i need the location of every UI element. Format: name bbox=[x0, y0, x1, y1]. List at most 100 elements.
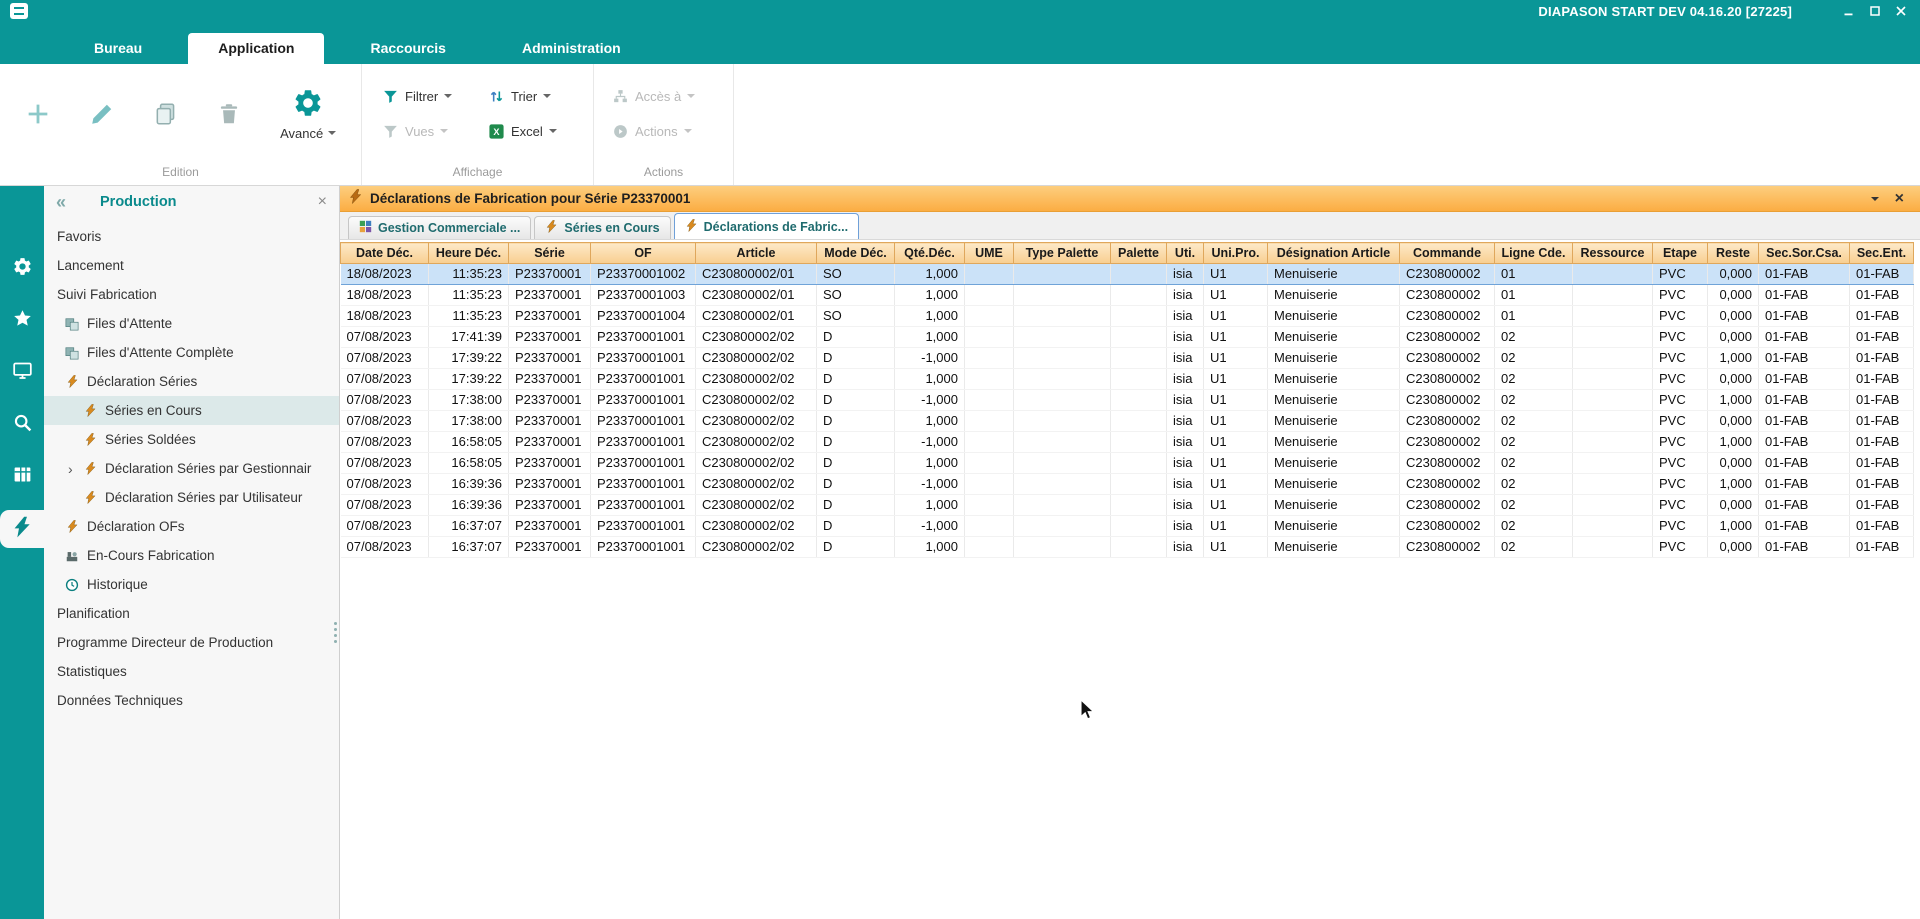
sidebar-item-declaration-series[interactable]: Déclaration Séries bbox=[44, 367, 339, 396]
document-tab-2[interactable]: Déclarations de Fabric... bbox=[674, 213, 860, 239]
sidebar-item-historique[interactable]: Historique bbox=[44, 570, 339, 599]
table-row[interactable]: 07/08/202317:39:22P23370001P23370001001C… bbox=[341, 369, 1914, 390]
add-button[interactable] bbox=[18, 91, 58, 137]
advanced-button[interactable]: Avancé bbox=[273, 87, 343, 141]
table-row[interactable]: 07/08/202316:39:36P23370001P23370001001C… bbox=[341, 495, 1914, 516]
sidebar-item-donnees-techniques[interactable]: Données Techniques bbox=[44, 686, 339, 715]
table-cell: 01-FAB bbox=[1850, 390, 1914, 411]
sidebar-item-declaration-ofs[interactable]: Déclaration OFs bbox=[44, 512, 339, 541]
table-row[interactable]: 07/08/202316:58:05P23370001P23370001001C… bbox=[341, 453, 1914, 474]
module-settings[interactable] bbox=[0, 250, 44, 288]
table-row[interactable]: 18/08/202311:35:23P23370001P23370001003C… bbox=[341, 285, 1914, 306]
column-header[interactable]: Article bbox=[696, 243, 817, 264]
table-row[interactable]: 07/08/202316:37:07P23370001P23370001001C… bbox=[341, 516, 1914, 537]
table-cell: 07/08/2023 bbox=[341, 348, 429, 369]
copy-button[interactable] bbox=[146, 91, 186, 137]
table-row[interactable]: 07/08/202317:39:22P23370001P23370001001C… bbox=[341, 348, 1914, 369]
table-row[interactable]: 07/08/202317:41:39P23370001P23370001001C… bbox=[341, 327, 1914, 348]
column-header[interactable]: Ressource bbox=[1573, 243, 1653, 264]
expand-chevron-icon[interactable]: › bbox=[68, 461, 82, 477]
table-cell: C230800002 bbox=[1400, 411, 1495, 432]
ribbon-group-actions: Accès à Actions Actions bbox=[594, 64, 734, 185]
sidebar-item-en-cours-fabrication[interactable]: En-Cours Fabrication bbox=[44, 541, 339, 570]
column-header[interactable]: Commande bbox=[1400, 243, 1495, 264]
table-cell: P23370001 bbox=[509, 369, 591, 390]
document-tab-0[interactable]: Gestion Commerciale ... bbox=[348, 216, 531, 239]
module-search[interactable] bbox=[0, 406, 44, 444]
close-panel-icon[interactable]: × bbox=[318, 193, 327, 211]
column-header[interactable]: Palette bbox=[1111, 243, 1167, 264]
bolt-icon bbox=[82, 462, 98, 475]
table-cell bbox=[1014, 537, 1111, 558]
column-header[interactable]: Uni.Pro. bbox=[1204, 243, 1268, 264]
document-tab-1[interactable]: Séries en Cours bbox=[534, 216, 670, 239]
minimize-button[interactable] bbox=[1836, 1, 1862, 21]
table-row[interactable]: 18/08/202311:35:23P23370001P23370001004C… bbox=[341, 306, 1914, 327]
table-cell: isia bbox=[1167, 411, 1204, 432]
column-header[interactable]: Heure Déc. bbox=[429, 243, 509, 264]
column-header[interactable]: Désignation Article bbox=[1268, 243, 1400, 264]
sidebar-item-files-attente-complete[interactable]: Files d'Attente Complète bbox=[44, 338, 339, 367]
column-header[interactable]: Uti. bbox=[1167, 243, 1204, 264]
module-data[interactable] bbox=[0, 458, 44, 496]
module-favorites[interactable] bbox=[0, 302, 44, 340]
sidebar-item-series-soldees[interactable]: Séries Soldées bbox=[44, 425, 339, 454]
menu-tab-raccourcis[interactable]: Raccourcis bbox=[340, 33, 475, 64]
close-button[interactable] bbox=[1888, 1, 1914, 21]
chevron-down-icon bbox=[328, 131, 336, 135]
table-row[interactable]: 07/08/202316:58:05P23370001P23370001001C… bbox=[341, 432, 1914, 453]
column-header[interactable]: Sec.Ent. bbox=[1850, 243, 1914, 264]
table-cell: P23370001001 bbox=[591, 327, 696, 348]
window-controls bbox=[1836, 1, 1914, 21]
column-header[interactable]: Reste bbox=[1708, 243, 1759, 264]
column-header[interactable]: UME bbox=[965, 243, 1014, 264]
actions-button[interactable]: Actions bbox=[606, 120, 722, 143]
column-header[interactable]: Ligne Cde. bbox=[1495, 243, 1573, 264]
table-row[interactable]: 07/08/202317:38:00P23370001P23370001001C… bbox=[341, 411, 1914, 432]
sidebar-item-planification[interactable]: Planification bbox=[44, 599, 339, 628]
table-row[interactable]: 07/08/202316:39:36P23370001P23370001001C… bbox=[341, 474, 1914, 495]
table-cell: 02 bbox=[1495, 537, 1573, 558]
column-header[interactable]: Date Déc. bbox=[341, 243, 429, 264]
menu-tab-application[interactable]: Application bbox=[188, 33, 324, 64]
filter-button[interactable]: Filtrer bbox=[376, 85, 482, 108]
menu-tab-bureau[interactable]: Bureau bbox=[64, 33, 172, 64]
sort-button[interactable]: Trier bbox=[482, 85, 588, 108]
panel-splitter-handle[interactable] bbox=[334, 622, 337, 643]
sidebar-item-statistiques[interactable]: Statistiques bbox=[44, 657, 339, 686]
column-header[interactable]: Série bbox=[509, 243, 591, 264]
window-title: DIAPASON START DEV 04.16.20 [27225] bbox=[1538, 4, 1792, 19]
module-desktop[interactable] bbox=[0, 354, 44, 392]
delete-button[interactable] bbox=[209, 91, 249, 137]
sidebar-item-programme-directeur[interactable]: Programme Directeur de Production bbox=[44, 628, 339, 657]
table-cell: 01-FAB bbox=[1759, 285, 1850, 306]
edit-button[interactable] bbox=[82, 91, 122, 137]
view-menu-chevron-icon[interactable] bbox=[1871, 197, 1879, 201]
column-header[interactable]: Etape bbox=[1653, 243, 1708, 264]
sidebar-item-files-attente[interactable]: Files d'Attente bbox=[44, 309, 339, 338]
sidebar-item-favoris[interactable]: Favoris bbox=[44, 222, 339, 251]
table-row[interactable]: 07/08/202316:37:07P23370001P23370001001C… bbox=[341, 537, 1914, 558]
column-header[interactable]: Type Palette bbox=[1014, 243, 1111, 264]
collapse-panel-icon[interactable]: « bbox=[56, 192, 66, 213]
table-row[interactable]: 07/08/202317:38:00P23370001P23370001001C… bbox=[341, 390, 1914, 411]
sidebar-item-declaration-series-gestionnaire[interactable]: ›Déclaration Séries par Gestionnair bbox=[44, 454, 339, 483]
table-row[interactable]: 18/08/202311:35:23P23370001P23370001002C… bbox=[341, 264, 1914, 285]
column-header[interactable]: Mode Déc. bbox=[817, 243, 895, 264]
table-cell: 07/08/2023 bbox=[341, 369, 429, 390]
access-button[interactable]: Accès à bbox=[606, 85, 722, 108]
column-header[interactable]: OF bbox=[591, 243, 696, 264]
views-button[interactable]: Vues bbox=[376, 120, 482, 143]
sidebar-item-declaration-series-utilisateur[interactable]: Déclaration Séries par Utilisateur bbox=[44, 483, 339, 512]
module-production[interactable] bbox=[0, 510, 44, 548]
view-close-icon[interactable]: × bbox=[1895, 191, 1904, 207]
table-cell: 02 bbox=[1495, 495, 1573, 516]
column-header[interactable]: Qté.Déc. bbox=[895, 243, 965, 264]
sidebar-item-series-en-cours[interactable]: Séries en Cours bbox=[44, 396, 339, 425]
column-header[interactable]: Sec.Sor.Csa. bbox=[1759, 243, 1850, 264]
sidebar-item-suivi-fabrication[interactable]: Suivi Fabrication bbox=[44, 280, 339, 309]
excel-button[interactable]: X Excel bbox=[482, 120, 588, 143]
menu-tab-administration[interactable]: Administration bbox=[492, 33, 651, 64]
sidebar-item-lancement[interactable]: Lancement bbox=[44, 251, 339, 280]
maximize-button[interactable] bbox=[1862, 1, 1888, 21]
